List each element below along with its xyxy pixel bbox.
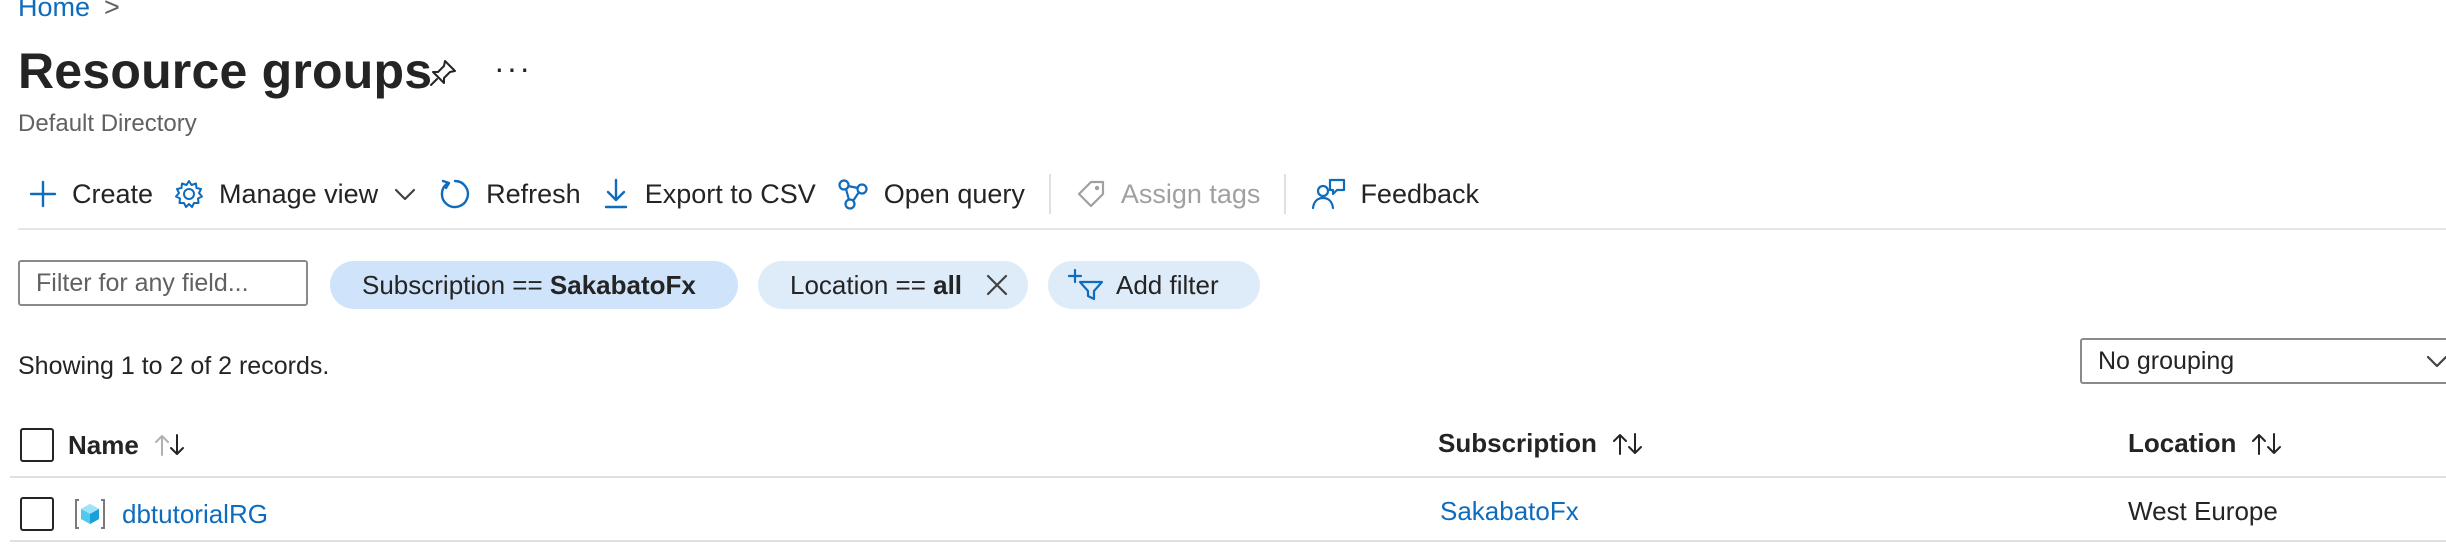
breadcrumb-separator: >	[104, 0, 120, 22]
column-header-subscription[interactable]: Subscription	[1438, 428, 1645, 459]
feedback-button[interactable]: Feedback	[1300, 168, 1489, 220]
column-subscription-label: Subscription	[1438, 428, 1597, 458]
toolbar-divider-line	[18, 228, 2446, 230]
subscription-filter-pill[interactable]: Subscription == SakabatoFx	[330, 261, 738, 309]
more-options-button[interactable]: ···	[494, 50, 532, 87]
row-location-cell: West Europe	[2128, 496, 2278, 526]
page-subtitle: Default Directory	[18, 110, 197, 137]
subscription-filter-value: SakabatoFx	[549, 269, 696, 300]
add-filter-label: Add filter	[1116, 269, 1219, 300]
location-filter-pill[interactable]: Location == all	[758, 261, 1028, 309]
feedback-icon	[1310, 177, 1346, 211]
column-header-name[interactable]: Name	[20, 428, 187, 462]
table-header-divider	[10, 476, 2446, 478]
manage-view-button[interactable]: Manage view	[163, 168, 428, 220]
breadcrumb: Home >	[18, 0, 120, 23]
table-row-divider	[10, 540, 2446, 542]
sort-icon[interactable]	[2250, 431, 2284, 457]
row-checkbox[interactable]	[20, 497, 54, 531]
location-filter-prefix: Location ==	[790, 269, 934, 300]
add-filter-icon	[1068, 268, 1106, 302]
grouping-dropdown[interactable]: No grouping	[2080, 338, 2446, 384]
assign-tags-label: Assign tags	[1120, 178, 1261, 209]
pin-icon[interactable]	[428, 58, 458, 88]
filter-input[interactable]	[18, 260, 308, 306]
page-title: Resource groups	[18, 43, 433, 99]
sort-icon[interactable]	[1611, 431, 1645, 457]
chevron-down-icon	[2424, 348, 2446, 374]
feedback-label: Feedback	[1360, 178, 1480, 209]
assign-tags-button[interactable]: Assign tags	[1065, 168, 1271, 220]
create-label: Create	[72, 178, 154, 209]
subscription-filter-prefix: Subscription ==	[362, 269, 550, 300]
resource-group-icon	[72, 496, 108, 532]
records-count: Showing 1 to 2 of 2 records.	[18, 352, 330, 380]
breadcrumb-home-link[interactable]: Home	[18, 0, 90, 23]
toolbar-divider	[1048, 174, 1051, 214]
export-csv-label: Export to CSV	[644, 178, 816, 209]
download-icon	[601, 177, 631, 211]
select-all-checkbox[interactable]	[20, 428, 54, 462]
refresh-label: Refresh	[486, 178, 581, 209]
gear-icon	[173, 178, 205, 210]
manage-view-label: Manage view	[219, 178, 379, 209]
create-button[interactable]: Create	[18, 168, 163, 220]
close-icon[interactable]	[984, 272, 1010, 298]
grouping-selected: No grouping	[2098, 346, 2235, 375]
query-icon	[836, 177, 870, 211]
column-location-label: Location	[2128, 428, 2237, 458]
column-header-location[interactable]: Location	[2128, 428, 2284, 459]
subscription-link[interactable]: SakabatoFx	[1440, 496, 1579, 527]
command-bar: Create Manage view Refresh Export to CSV…	[18, 168, 1489, 220]
refresh-button[interactable]: Refresh	[428, 168, 591, 220]
column-name-label: Name	[68, 429, 139, 460]
plus-icon	[28, 179, 58, 209]
open-query-button[interactable]: Open query	[826, 168, 1035, 220]
chevron-down-icon	[392, 181, 418, 207]
sort-icon[interactable]	[153, 432, 187, 458]
tag-icon	[1075, 178, 1107, 210]
open-query-label: Open query	[883, 178, 1025, 209]
add-filter-button[interactable]: Add filter	[1048, 261, 1260, 309]
refresh-icon	[438, 177, 472, 211]
resource-group-link[interactable]: dbtutorialRG	[122, 499, 268, 530]
location-filter-value: all	[933, 269, 963, 300]
toolbar-divider	[1284, 174, 1287, 214]
row-name-cell: dbtutorialRG	[20, 496, 268, 532]
export-csv-button[interactable]: Export to CSV	[591, 168, 826, 220]
